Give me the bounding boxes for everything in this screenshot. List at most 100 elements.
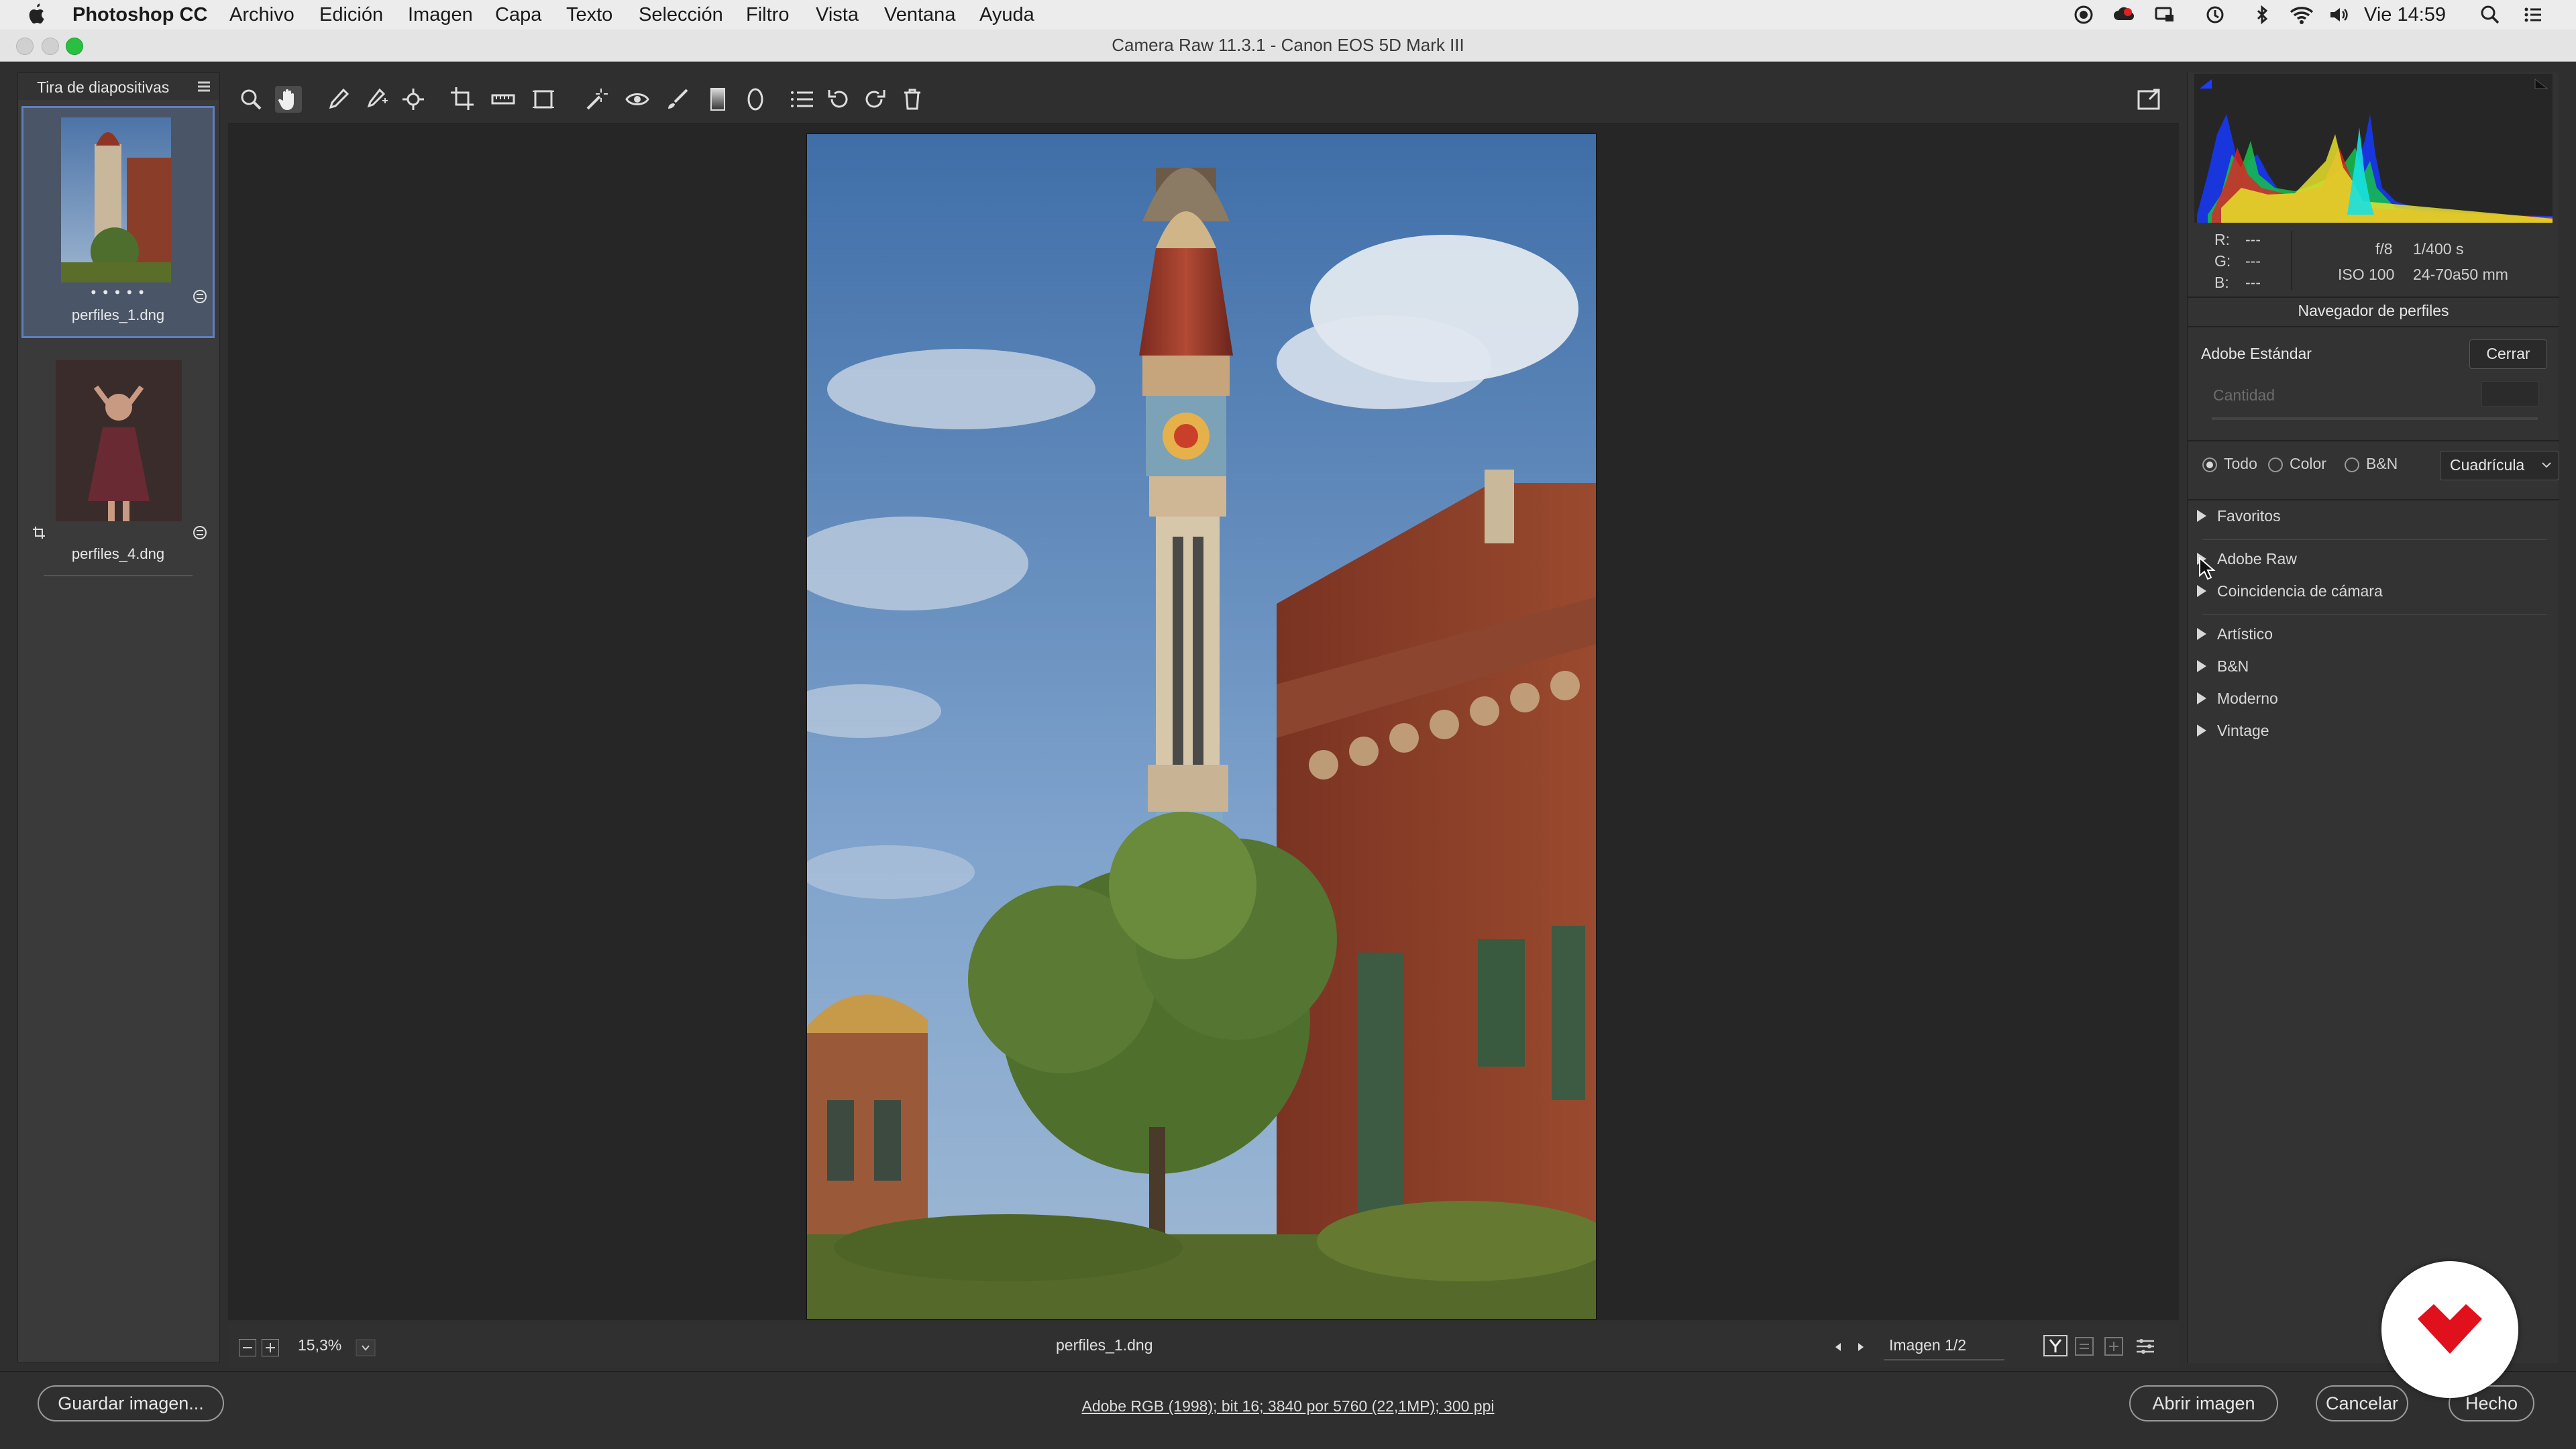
previous-image-icon[interactable] xyxy=(1831,1340,1845,1354)
filmstrip-item-perfiles-4[interactable]: perfiles_4.dng xyxy=(23,350,213,578)
amount-label: Cantidad xyxy=(2213,386,2275,404)
crop-icon[interactable] xyxy=(449,86,476,113)
close-profile-browser-button[interactable]: Cerrar xyxy=(2469,339,2547,369)
menu-clock[interactable]: Vie 14:59 xyxy=(2364,3,2446,27)
filter-bw-radio[interactable] xyxy=(2345,458,2359,472)
filter-color-label[interactable]: Color xyxy=(2290,455,2326,473)
next-image-icon[interactable] xyxy=(1854,1340,1868,1354)
view-mode-dropdown[interactable]: Cuadrícula xyxy=(2440,451,2559,480)
filter-bw-label[interactable]: B&N xyxy=(2366,455,2398,473)
trash-icon[interactable] xyxy=(899,86,926,113)
red-eye-icon[interactable] xyxy=(624,86,651,113)
shadow-clipping-warning-icon[interactable] xyxy=(2198,78,2213,90)
rotate-cw-icon[interactable] xyxy=(861,86,888,113)
zoom-dropdown-chevron-icon[interactable] xyxy=(356,1339,376,1356)
r-label: R: xyxy=(2214,231,2230,248)
volume-icon[interactable] xyxy=(2328,4,2349,25)
image-preview-area xyxy=(228,123,2179,1320)
fullscreen-toggle-icon[interactable] xyxy=(2136,86,2163,113)
preview-image[interactable] xyxy=(806,133,1597,1320)
menu-seleccion[interactable]: Selección xyxy=(639,3,723,27)
profile-group-camera-matching[interactable]: Coincidencia de cámara xyxy=(2217,582,2383,600)
menu-ventana[interactable]: Ventana xyxy=(884,3,955,27)
menu-vista[interactable]: Vista xyxy=(816,3,859,27)
camera-raw-toolbar xyxy=(228,72,2179,123)
r-value: --- xyxy=(2245,231,2261,248)
expand-triangle-icon[interactable] xyxy=(2197,510,2206,522)
wifi-icon[interactable] xyxy=(2289,4,2314,25)
lens-value: 24-70a50 mm xyxy=(2413,266,2508,283)
open-image-button[interactable]: Abrir imagen xyxy=(2129,1385,2278,1421)
profile-group-artistic[interactable]: Artístico xyxy=(2217,625,2273,643)
filter-color-radio[interactable] xyxy=(2268,458,2283,472)
radial-filter-icon[interactable] xyxy=(742,86,769,113)
thumbnail-perfiles-4 xyxy=(56,360,182,521)
thumbnail-filename: perfiles_4.dng xyxy=(71,545,165,562)
display-icon[interactable] xyxy=(2153,4,2175,25)
menu-filtro[interactable]: Filtro xyxy=(746,3,789,27)
menu-ayuda[interactable]: Ayuda xyxy=(979,3,1034,27)
plus-icon xyxy=(266,1343,275,1352)
adjustments-badge-icon xyxy=(193,290,207,303)
amount-slider[interactable] xyxy=(2212,417,2538,420)
transform-icon[interactable] xyxy=(530,86,557,113)
filmstrip-item-perfiles-1[interactable]: • • • • • perfiles_1.dng xyxy=(21,106,215,338)
profile-group-adobe-raw[interactable]: Adobe Raw xyxy=(2217,550,2297,568)
presets-icon[interactable] xyxy=(789,86,816,113)
profile-group-bw[interactable]: B&N xyxy=(2217,657,2249,676)
zoom-in-button[interactable] xyxy=(262,1339,279,1356)
menu-imagen[interactable]: Imagen xyxy=(408,3,473,27)
notification-center-icon[interactable] xyxy=(2522,4,2544,25)
preview-settings-icon[interactable] xyxy=(2135,1336,2156,1356)
rotate-ccw-icon[interactable] xyxy=(825,86,852,113)
profile-group-favoritos[interactable]: Favoritos xyxy=(2217,507,2281,525)
menu-edicion[interactable]: Edición xyxy=(319,3,383,27)
filter-all-radio[interactable] xyxy=(2202,458,2217,472)
zoom-icon[interactable] xyxy=(237,86,264,113)
adjustment-brush-icon[interactable] xyxy=(664,86,691,113)
g-value: --- xyxy=(2245,252,2261,270)
spot-removal-icon[interactable] xyxy=(584,86,610,113)
expand-triangle-icon[interactable] xyxy=(2197,585,2206,597)
profile-group-vintage[interactable]: Vintage xyxy=(2217,722,2269,740)
adjustments-badge-icon xyxy=(193,526,207,539)
profile-group-modern[interactable]: Moderno xyxy=(2217,690,2278,708)
apple-menu-icon[interactable] xyxy=(25,2,46,26)
white-balance-icon[interactable] xyxy=(325,86,352,113)
filmstrip-title: Tira de diapositivas xyxy=(37,78,170,96)
hand-tool-button[interactable] xyxy=(275,86,302,113)
menu-archivo[interactable]: Archivo xyxy=(229,3,294,27)
targeted-adjust-icon[interactable] xyxy=(400,86,427,113)
zoom-out-button[interactable] xyxy=(239,1339,256,1356)
highlight-clipping-warning-icon[interactable] xyxy=(2534,78,2548,90)
expand-triangle-icon[interactable] xyxy=(2197,660,2206,672)
expand-triangle-icon[interactable] xyxy=(2197,724,2206,737)
before-after-y-icon[interactable] xyxy=(2043,1335,2068,1356)
cancel-button[interactable]: Cancelar xyxy=(2316,1385,2408,1421)
hand-icon xyxy=(278,89,294,110)
swap-before-after-icon[interactable] xyxy=(2074,1336,2094,1356)
screen-record-icon[interactable] xyxy=(2073,4,2094,25)
spotlight-search-icon[interactable] xyxy=(2479,4,2501,25)
expand-triangle-icon[interactable] xyxy=(2197,692,2206,704)
view-mode-value: Cuadrícula xyxy=(2450,456,2525,474)
copy-settings-icon[interactable] xyxy=(2104,1336,2124,1356)
menu-app-name[interactable]: Photoshop CC xyxy=(72,3,207,27)
chevron-down-icon xyxy=(2542,462,2551,468)
menu-texto[interactable]: Texto xyxy=(566,3,612,27)
color-sampler-icon[interactable] xyxy=(362,86,389,113)
expand-triangle-icon[interactable] xyxy=(2197,628,2206,640)
image-counter: Imagen 1/2 xyxy=(1889,1336,1967,1354)
graduated-filter-icon[interactable] xyxy=(704,86,731,113)
straighten-icon[interactable] xyxy=(490,86,517,113)
creative-cloud-icon[interactable] xyxy=(2113,4,2135,25)
menu-capa[interactable]: Capa xyxy=(495,3,541,27)
amount-field[interactable] xyxy=(2481,381,2539,407)
thumbnail-rating[interactable]: • • • • • xyxy=(23,284,213,301)
time-machine-icon[interactable] xyxy=(2204,4,2226,25)
filter-all-label[interactable]: Todo xyxy=(2224,455,2257,473)
panel-separator xyxy=(2188,499,2559,500)
filmstrip-menu-icon[interactable] xyxy=(197,80,211,93)
bluetooth-icon[interactable] xyxy=(2251,4,2273,25)
aperture-value: f/8 xyxy=(2375,240,2393,258)
